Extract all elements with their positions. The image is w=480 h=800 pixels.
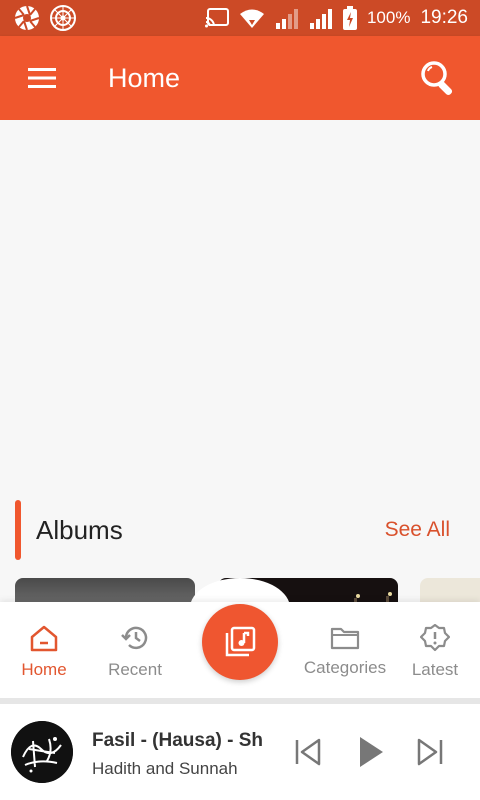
status-notifications — [14, 5, 76, 31]
clock: 19:26 — [420, 7, 468, 28]
track-artwork — [11, 721, 73, 783]
nav-item-categories[interactable]: Categories — [300, 624, 390, 678]
history-icon — [121, 626, 148, 650]
mini-player[interactable]: Fasil - (Hausa) - Sh Hadith and Sunnah — [0, 704, 480, 800]
page-title: Home — [108, 62, 181, 93]
see-all-link[interactable]: See All — [385, 518, 450, 542]
nav-item-home[interactable]: Home — [21, 624, 67, 680]
section-accent-bar — [15, 500, 21, 560]
skip-previous-icon — [295, 738, 321, 766]
aperture-icon — [14, 5, 40, 31]
calligraphy-logo — [11, 721, 73, 783]
albums-section-header: Albums See All — [0, 500, 480, 560]
signal-icon — [275, 9, 298, 29]
nav-label: Recent — [108, 660, 162, 679]
search-button[interactable] — [410, 50, 466, 106]
nav-label: Categories — [303, 658, 387, 677]
banner-area — [0, 120, 480, 490]
battery-charging-icon — [342, 6, 357, 30]
track-subtitle: Hadith and Sunnah — [92, 759, 238, 778]
play-button[interactable] — [350, 732, 390, 772]
nav-label: Home — [21, 660, 67, 679]
play-icon — [360, 737, 383, 767]
search-icon — [421, 61, 453, 96]
next-button[interactable] — [410, 732, 450, 772]
track-title: Fasil - (Hausa) - Sh — [92, 730, 264, 751]
mandala-icon — [50, 5, 76, 31]
badge-alert-icon — [420, 624, 450, 652]
previous-button[interactable] — [288, 732, 328, 772]
battery-percentage: 100% — [366, 8, 411, 27]
app-bar: Home — [0, 36, 480, 120]
status-indicators: 100% 19:26 — [204, 6, 468, 30]
signal-icon — [309, 9, 332, 29]
status-bar: 100% 19:26 — [0, 0, 480, 36]
music-library-button[interactable] — [202, 604, 278, 680]
hamburger-menu-icon — [28, 68, 56, 88]
nav-label: Latest — [411, 660, 459, 679]
wifi-icon — [239, 9, 264, 28]
home-icon — [30, 625, 58, 652]
skip-next-icon — [417, 738, 443, 766]
music-library-icon — [225, 626, 256, 657]
section-title: Albums — [36, 515, 123, 545]
menu-button[interactable] — [14, 50, 70, 106]
nav-item-recent[interactable]: Recent — [105, 624, 165, 680]
cast-icon — [204, 8, 229, 28]
folder-icon — [330, 627, 360, 650]
nav-item-latest[interactable]: Latest — [407, 624, 463, 680]
